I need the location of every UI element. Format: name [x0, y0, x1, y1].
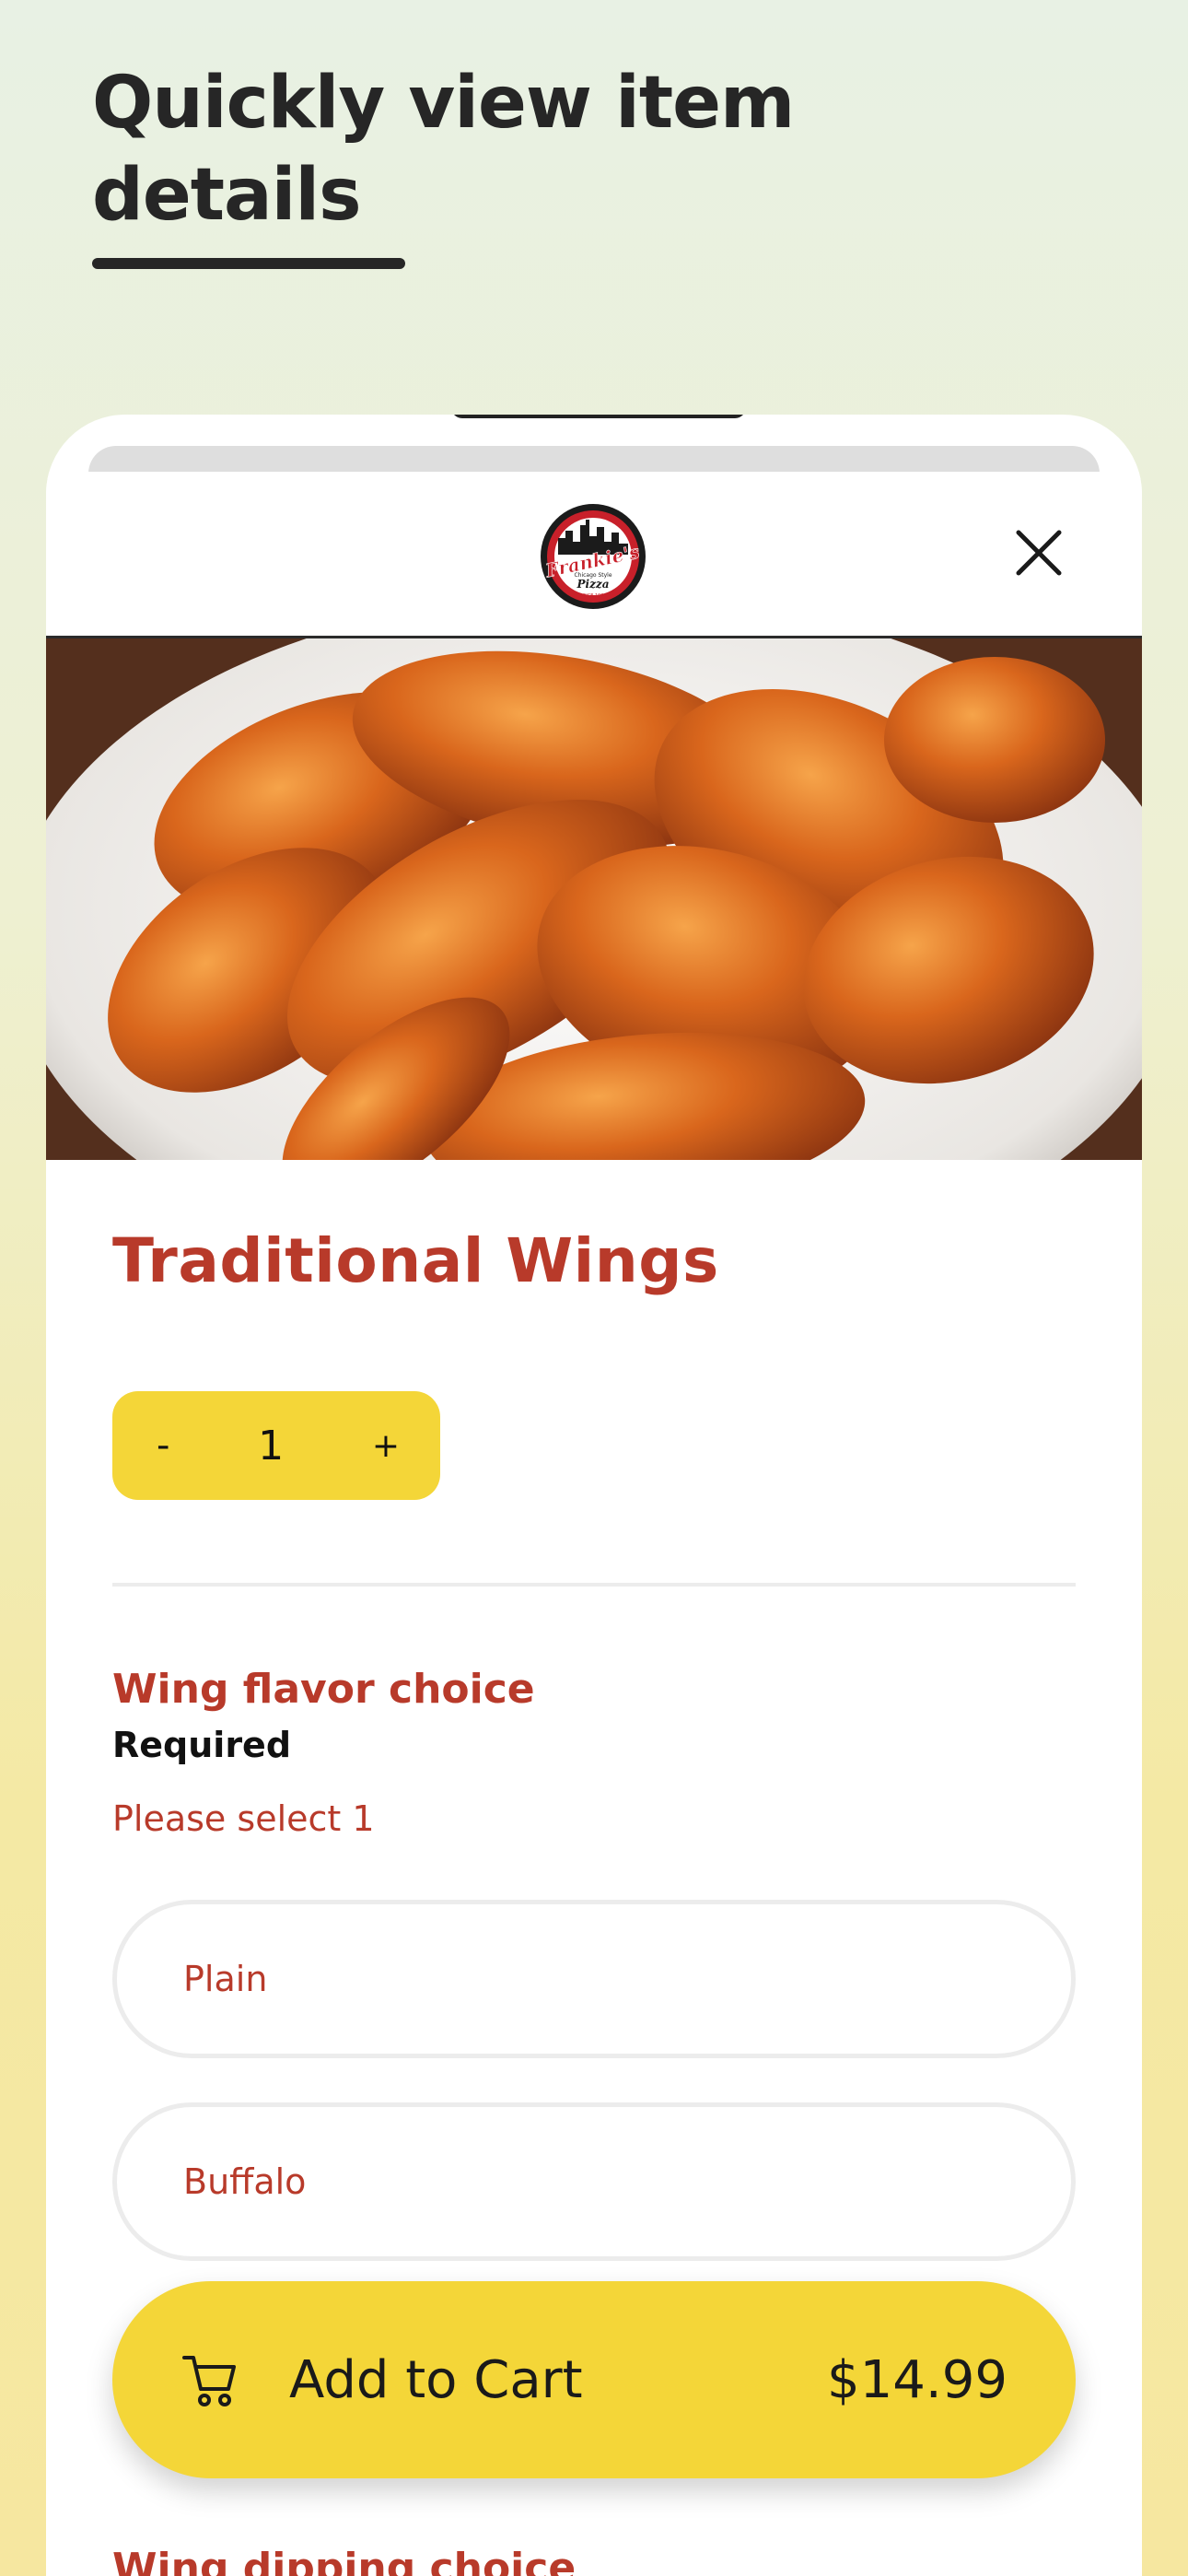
close-icon[interactable]: [1013, 527, 1065, 579]
item-title: Traditional Wings: [112, 1225, 719, 1296]
headline-underline: [92, 258, 405, 269]
next-option-group-title: Wing dipping choice: [112, 2545, 577, 2576]
cart-icon: [182, 2356, 236, 2406]
cart-price: $14.99: [827, 2349, 1007, 2410]
logo-text-since: SINCE 1984: [579, 593, 606, 599]
section-divider: [112, 1583, 1076, 1587]
modal-header: Frankie's Chicago Style Pizza SINCE 1984: [46, 472, 1142, 638]
logo-text-pizza: Pizza: [577, 578, 610, 591]
phone-notch: [451, 415, 746, 418]
page-headline: Quickly view item details: [92, 62, 795, 237]
required-label: Required: [112, 1725, 292, 1765]
selection-hint: Please select 1: [112, 1798, 375, 1839]
item-photo: [46, 638, 1142, 1160]
flavor-option-buffalo[interactable]: Buffalo: [112, 2102, 1076, 2261]
quantity-value: 1: [258, 1422, 285, 1469]
flavor-option-plain[interactable]: Plain: [112, 1900, 1076, 2058]
option-group-title: Wing flavor choice: [112, 1666, 535, 1713]
add-to-cart-button[interactable]: Add to Cart $14.99: [112, 2281, 1076, 2478]
decrease-quantity-button[interactable]: -: [157, 1424, 169, 1467]
phone-frame: Frankie's Chicago Style Pizza SINCE 1984: [46, 415, 1142, 2576]
restaurant-logo: Frankie's Chicago Style Pizza SINCE 1984: [541, 504, 646, 609]
increase-quantity-button[interactable]: +: [372, 1427, 400, 1465]
add-to-cart-label: Add to Cart: [289, 2349, 583, 2410]
quantity-stepper: - 1 +: [112, 1391, 440, 1500]
